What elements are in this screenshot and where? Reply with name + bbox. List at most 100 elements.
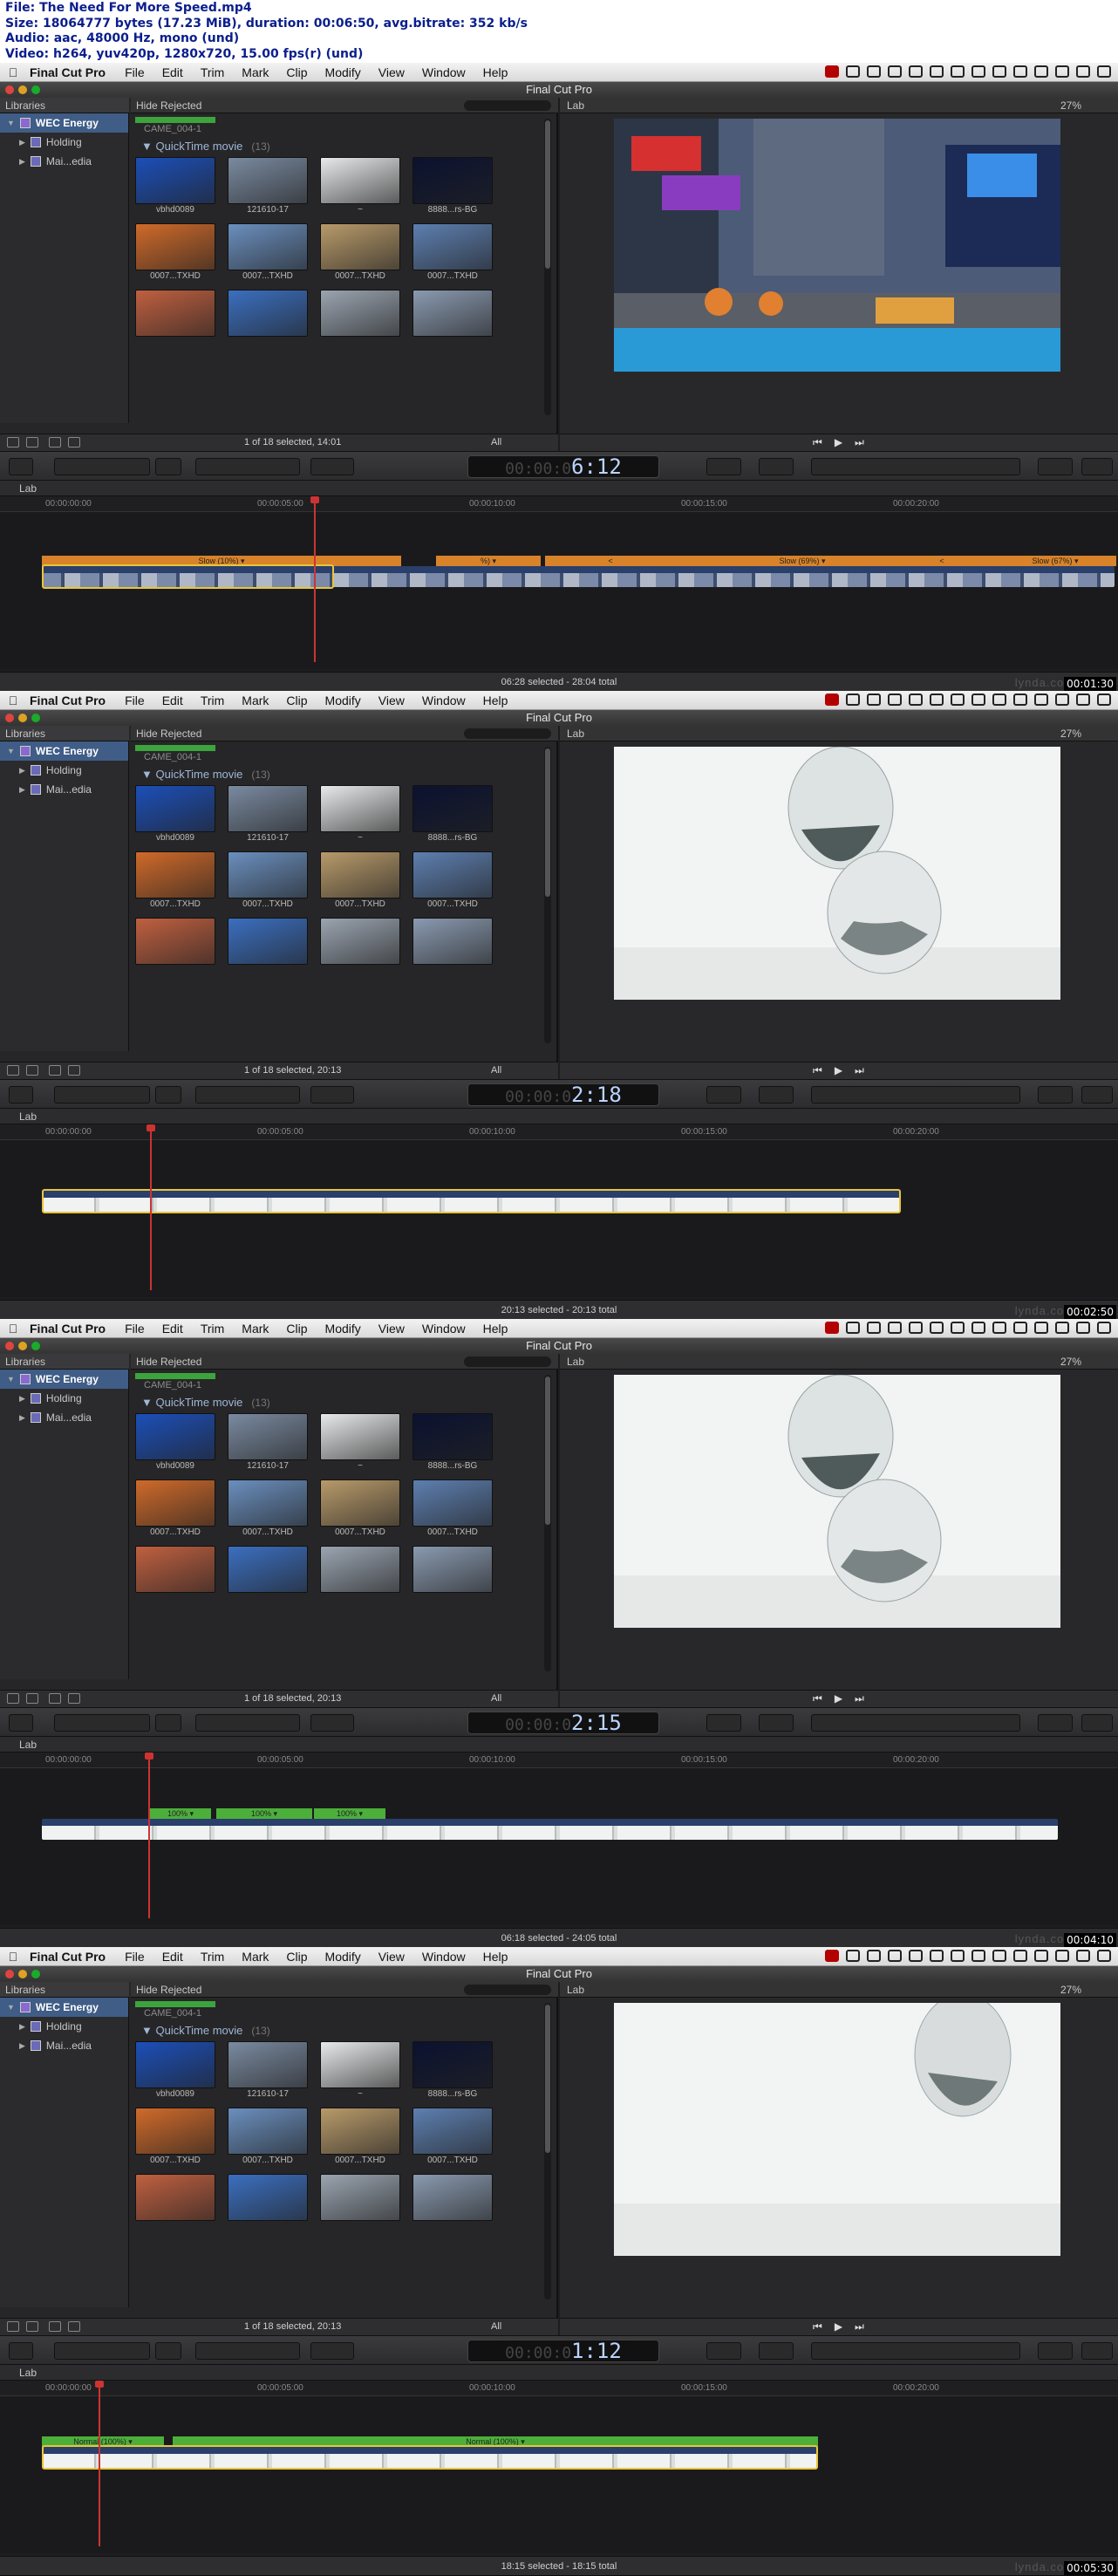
list-view-button[interactable] xyxy=(7,1065,19,1076)
status-icon[interactable] xyxy=(867,1322,881,1334)
list-mode-button[interactable] xyxy=(68,1065,80,1076)
clip-thumbnail[interactable]: 0007...TXHD xyxy=(228,223,308,283)
menu-item-view[interactable]: View xyxy=(370,1950,413,1964)
thumbnail-image[interactable] xyxy=(135,918,215,965)
menu-item-file[interactable]: File xyxy=(116,1950,153,1964)
filter-popup[interactable]: Hide Rejected xyxy=(136,99,201,112)
status-icon[interactable] xyxy=(909,65,923,78)
menu-item-file[interactable]: File xyxy=(116,1322,153,1336)
list-view-button[interactable] xyxy=(7,1693,19,1704)
disclosure-icon[interactable]: ▼ xyxy=(141,2024,155,2037)
disclosure-icon[interactable]: ▼ xyxy=(141,1396,155,1409)
import-button[interactable] xyxy=(9,1714,33,1732)
menu-item-clip[interactable]: Clip xyxy=(277,65,316,79)
export-button[interactable] xyxy=(1081,2342,1113,2360)
thumbnail-image[interactable] xyxy=(228,851,308,899)
thumbnail-image[interactable] xyxy=(228,223,308,270)
status-icon[interactable] xyxy=(971,1950,985,1962)
settings-gear-icon[interactable] xyxy=(26,2321,38,2332)
status-icon[interactable] xyxy=(951,694,965,706)
clip-thumbnail[interactable] xyxy=(228,1546,308,1605)
play-button[interactable]: ▶ xyxy=(835,436,842,449)
app-menu[interactable]: Final Cut Pro xyxy=(26,694,116,707)
menu-item-view[interactable]: View xyxy=(370,694,413,707)
clip-thumbnail[interactable] xyxy=(135,2174,215,2233)
menu-item-edit[interactable]: Edit xyxy=(153,694,192,707)
rating-buttons[interactable] xyxy=(54,2342,150,2360)
thumbnail-image[interactable] xyxy=(320,2174,400,2221)
retime-bar[interactable]: < xyxy=(545,556,676,566)
apple-menu-icon[interactable]:  xyxy=(0,1322,26,1336)
thumbnail-image[interactable] xyxy=(135,2108,215,2155)
import-button[interactable] xyxy=(9,2342,33,2360)
clip-thumbnail[interactable] xyxy=(135,918,215,977)
select-tool[interactable] xyxy=(310,2342,354,2360)
group-header[interactable]: ▼ QuickTime movie (13) xyxy=(141,1396,270,1409)
disclosure-icon[interactable]: ▶ xyxy=(19,138,25,147)
clip-thumbnail[interactable] xyxy=(320,918,400,977)
clip-thumbnail[interactable]: vbhd0089 xyxy=(135,2041,215,2101)
status-icon[interactable] xyxy=(1013,65,1027,78)
enhance-buttons[interactable] xyxy=(195,1086,300,1104)
disclosure-icon[interactable]: ▼ xyxy=(7,119,15,127)
clip-thumbnail[interactable]: 0007...TXHD xyxy=(412,2108,493,2167)
disclosure-icon[interactable]: ▶ xyxy=(19,1394,25,1404)
timeline-clip[interactable] xyxy=(42,1819,1058,1840)
next-edit-button[interactable]: ⏭ xyxy=(855,1064,864,1077)
menu-item-trim[interactable]: Trim xyxy=(192,1950,233,1964)
menu-item-edit[interactable]: Edit xyxy=(153,1950,192,1964)
thumbnail-image[interactable] xyxy=(320,2041,400,2088)
close-button[interactable] xyxy=(5,1342,14,1350)
viewer-zoom[interactable]: 27% xyxy=(1060,1984,1081,1996)
disclosure-icon[interactable]: ▶ xyxy=(19,2041,25,2051)
status-icon[interactable] xyxy=(825,65,839,78)
playhead-handle[interactable] xyxy=(95,2381,104,2388)
status-icon[interactable] xyxy=(867,65,881,78)
thumbnail-image[interactable] xyxy=(412,1413,493,1460)
disclosure-icon[interactable]: ▶ xyxy=(19,766,25,776)
previous-edit-button[interactable]: ⏮ xyxy=(813,1692,822,1705)
status-icon[interactable] xyxy=(888,1950,902,1962)
thumbnail-image[interactable] xyxy=(320,785,400,832)
thumbnail-image[interactable] xyxy=(228,2108,308,2155)
thumbnail-image[interactable] xyxy=(320,918,400,965)
status-icon[interactable] xyxy=(888,65,902,78)
minimize-button[interactable] xyxy=(18,714,27,722)
filmstrip-view-button[interactable] xyxy=(49,1065,61,1076)
status-icon[interactable] xyxy=(1034,694,1048,706)
thumbnail-image[interactable] xyxy=(228,290,308,337)
clip-thumbnail[interactable] xyxy=(412,290,493,349)
browser-toggle-buttons[interactable] xyxy=(811,1714,1020,1732)
clip-thumbnail[interactable]: 0007...TXHD xyxy=(135,2108,215,2167)
status-icon[interactable] xyxy=(951,65,965,78)
rating-buttons[interactable] xyxy=(54,458,150,475)
status-icon[interactable] xyxy=(846,694,860,706)
status-icon[interactable] xyxy=(825,694,839,706)
retime-bar[interactable]: 100% ▾ xyxy=(216,1808,312,1819)
playhead-handle[interactable] xyxy=(310,496,319,503)
status-icon[interactable] xyxy=(1013,1950,1027,1962)
retime-bar[interactable]: 100% ▾ xyxy=(150,1808,211,1819)
status-icon[interactable] xyxy=(825,1950,839,1962)
all-button[interactable]: All xyxy=(491,1693,501,1704)
retime-bar[interactable]: %) ▾ xyxy=(436,556,541,566)
next-edit-button[interactable]: ⏭ xyxy=(855,2320,864,2333)
menu-item-clip[interactable]: Clip xyxy=(277,1950,316,1964)
menu-item-modify[interactable]: Modify xyxy=(317,1322,370,1336)
thumbnail-image[interactable] xyxy=(320,1479,400,1527)
clip-thumbnail[interactable]: 121610-17 xyxy=(228,157,308,216)
thumbnail-image[interactable] xyxy=(412,2174,493,2221)
status-icon[interactable] xyxy=(971,1322,985,1334)
thumbnail-image[interactable] xyxy=(412,851,493,899)
status-icon[interactable] xyxy=(1097,1322,1111,1334)
thumbnail-image[interactable] xyxy=(320,1413,400,1460)
thumbnail-image[interactable] xyxy=(135,290,215,337)
menu-item-modify[interactable]: Modify xyxy=(317,65,370,79)
keyword-button[interactable] xyxy=(155,1714,181,1732)
thumbnail-image[interactable] xyxy=(320,157,400,204)
browser-scroll-thumb[interactable] xyxy=(545,748,550,897)
menu-item-window[interactable]: Window xyxy=(413,1950,474,1964)
retime-bar[interactable]: < xyxy=(890,556,994,566)
status-icon[interactable] xyxy=(1055,1950,1069,1962)
select-tool[interactable] xyxy=(310,458,354,475)
